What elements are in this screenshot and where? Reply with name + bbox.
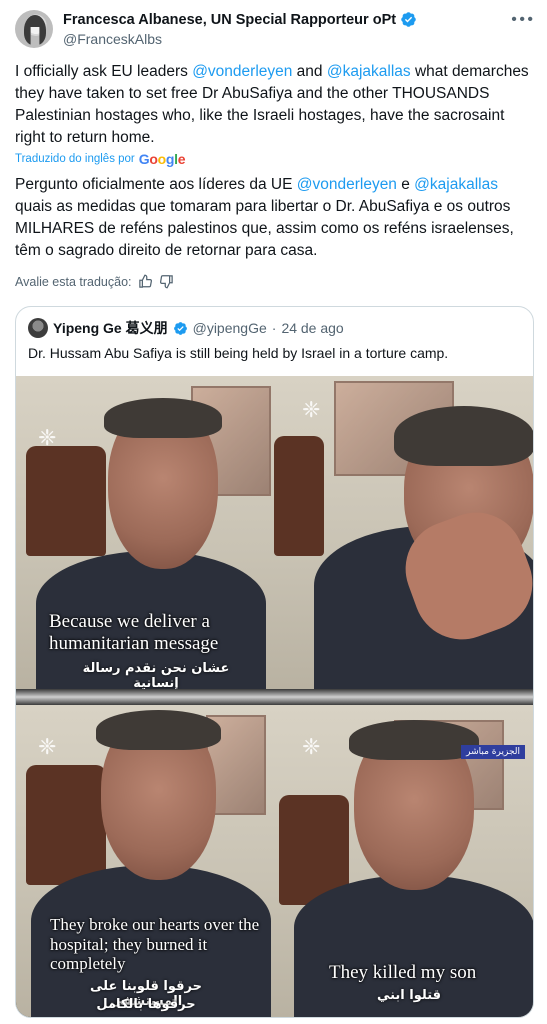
quoted-author-avatar[interactable] bbox=[28, 318, 48, 338]
caption-ar-line2: حرقوها بالكامل bbox=[96, 997, 196, 1012]
broadcaster-logo-icon: ❈ bbox=[302, 735, 321, 760]
tweet-text-original: I officially ask EU leaders @vonderleyen… bbox=[15, 61, 535, 149]
broadcaster-logo-icon: ❈ bbox=[38, 735, 57, 760]
caption-ar: قتلوا ابني bbox=[376, 988, 442, 1003]
author-name[interactable]: Francesca Albanese, UN Special Rapporteu… bbox=[63, 12, 396, 28]
google-logo: Google bbox=[138, 151, 186, 167]
video-frame-4: ❈ الجزيرة مباشر They killed my son قتلوا… bbox=[274, 705, 533, 1017]
mention-vonderleyen[interactable]: @vonderleyen bbox=[297, 176, 397, 193]
rate-translation-row: Avalie esta tradução: bbox=[15, 274, 174, 289]
thumbs-down-icon[interactable] bbox=[159, 274, 174, 289]
quoted-tweet[interactable]: Yipeng Ge 葛义朋 @yipengGe · 24 de ago Dr. … bbox=[15, 306, 534, 1018]
live-channel-badge: الجزيرة مباشر bbox=[461, 745, 525, 759]
quoted-tweet-text: Dr. Hussam Abu Safiya is still being hel… bbox=[28, 345, 449, 361]
text-part: e bbox=[396, 176, 415, 193]
broadcaster-logo-icon: ❈ bbox=[38, 426, 57, 451]
caption-en: Because we deliver a humanitarian messag… bbox=[49, 611, 219, 654]
quoted-media-image[interactable]: ❈ Because we deliver a humanitarian mess… bbox=[16, 376, 533, 1017]
quoted-tweet-date[interactable]: 24 de ago bbox=[281, 320, 343, 336]
video-frame-1: ❈ Because we deliver a humanitarian mess… bbox=[16, 376, 274, 689]
quoted-author-handle[interactable]: @yipengGe bbox=[193, 320, 267, 336]
caption-en: They killed my son bbox=[329, 962, 477, 983]
mention-vonderleyen[interactable]: @vonderleyen bbox=[192, 63, 292, 80]
text-part: and bbox=[292, 63, 327, 80]
text-part: I officially ask EU leaders bbox=[15, 63, 193, 80]
more-options-icon[interactable]: • • • bbox=[511, 11, 533, 29]
video-frame-2: ❈ bbox=[274, 376, 533, 689]
text-part: Pergunto oficialmente aos líderes da UE bbox=[15, 176, 297, 193]
caption-en: They broke our hearts over the hospital;… bbox=[50, 915, 260, 974]
text-part: quais as medidas que tomaram para libert… bbox=[15, 198, 514, 259]
video-frame-3: ❈ They broke our hearts over the hospita… bbox=[16, 705, 274, 1017]
broadcaster-logo-icon: ❈ bbox=[302, 398, 321, 423]
author-name-row[interactable]: Francesca Albanese, UN Special Rapporteu… bbox=[63, 11, 417, 28]
frame-divider bbox=[16, 689, 533, 705]
caption-ar: عشان نحن نقدم رسالة إنسانية bbox=[82, 661, 230, 689]
verified-badge-icon bbox=[401, 12, 416, 27]
mention-kajakallas[interactable]: @kajakallas bbox=[327, 63, 411, 80]
author-avatar[interactable] bbox=[15, 10, 53, 48]
thumbs-up-icon[interactable] bbox=[138, 274, 153, 289]
mention-kajakallas[interactable]: @kajakallas bbox=[414, 176, 498, 193]
separator-dot: · bbox=[271, 320, 277, 336]
quoted-author-name[interactable]: Yipeng Ge 葛义朋 bbox=[53, 318, 168, 338]
verified-badge-icon bbox=[173, 321, 187, 335]
tweet-text-translation: Pergunto oficialmente aos líderes da UE … bbox=[15, 174, 535, 262]
author-handle[interactable]: @FranceskAlbs bbox=[63, 31, 162, 47]
translated-by-text: Traduzido do inglês por bbox=[15, 153, 135, 165]
translated-by-label[interactable]: Traduzido do inglês por Google bbox=[15, 151, 186, 167]
tweet-header: Francesca Albanese, UN Special Rapporteu… bbox=[15, 9, 533, 49]
rate-translation-label: Avalie esta tradução: bbox=[15, 274, 132, 289]
quoted-tweet-header: Yipeng Ge 葛义朋 @yipengGe · 24 de ago bbox=[28, 318, 344, 338]
